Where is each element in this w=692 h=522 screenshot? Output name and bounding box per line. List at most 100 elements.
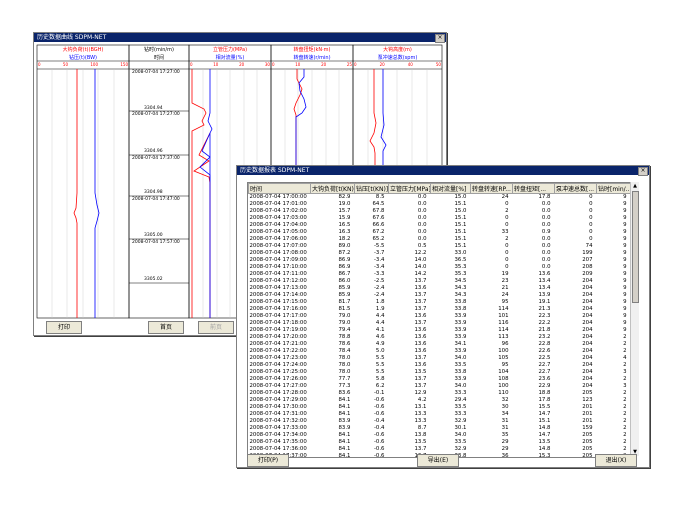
tick-label: 0 (190, 62, 193, 67)
table-row[interactable]: 2008-07-04 17:15:00 81.7 1.8 13.7 33.8 95 19.1… (249, 299, 631, 306)
table-cell: 205 (582, 432, 593, 438)
table-row[interactable]: 2008-07-04 17:17:00 79.0 4.4 13.6 33.9 101 22.… (249, 313, 631, 320)
table-row[interactable]: 2008-07-04 17:04:00 16.5 66.6 0.0 15.1 0 0.0 0 9 (249, 222, 631, 229)
table-row[interactable]: 2008-07-04 17:26:00 77.7 5.8 13.7 33.9 108 23.… (249, 376, 631, 383)
column-header[interactable]: 时间 (248, 183, 311, 194)
table-cell: 83.9 (338, 425, 351, 431)
column-header[interactable]: 转盘扭矩[... (512, 183, 555, 194)
table-cell: -0.6 (373, 404, 385, 410)
table-cell: 9 (623, 257, 627, 263)
table-row[interactable]: 2008-07-04 17:23:00 78.0 5.5 13.7 34.0 105 22.… (249, 355, 631, 362)
column-header[interactable]: 大钩负荷[t(KN)] (310, 183, 355, 194)
table-cell: 100 (498, 348, 509, 354)
table-row[interactable]: 2008-07-04 17:28:00 83.6 -0.1 12.9 33.3 110 18… (249, 390, 631, 397)
table-row[interactable]: 2008-07-04 17:20:00 78.8 4.6 13.6 33.9 113 23.… (249, 334, 631, 341)
table-cell: 35.3 (454, 264, 467, 270)
table-row[interactable]: 2008-07-04 17:22:00 78.4 5.0 13.6 33.9 100 22.… (249, 348, 631, 355)
table-row[interactable]: 2008-07-04 17:36:00 84.1 -0.6 13.7 32.9 29 14.… (249, 446, 631, 453)
table-cell: 81.7 (338, 299, 351, 305)
table-row[interactable]: 2008-07-04 17:08:00 87.2 -3.7 12.2 33.0 0 0.0 1… (249, 250, 631, 257)
table-row[interactable]: 2008-07-04 17:03:00 15.9 67.6 0.0 15.1 0 0.0 0 9 (249, 215, 631, 222)
table-row[interactable]: 2008-07-04 17:19:00 79.4 4.1 13.6 33.9 114 21.… (249, 327, 631, 334)
table-cell: 0.0 (541, 201, 551, 207)
table-row[interactable]: 2008-07-04 17:33:00 83.9 -0.4 8.7 30.1 31 14.8… (249, 425, 631, 432)
table-print-button[interactable]: 打印(P) (247, 454, 289, 467)
table-row[interactable]: 2008-07-04 17:11:00 86.7 -3.3 14.2 35.3 19 13.… (249, 271, 631, 278)
table-cell: 204 (582, 383, 593, 389)
report-table-container[interactable]: 时间 大钩负荷[t(KN)] 钻压[t(KN)] 立管压力[MPa] 相对流量[%] 转盘… (247, 182, 631, 458)
table-row[interactable]: 2008-07-04 17:29:00 84.1 -0.6 4.2 29.4 32 17.8… (249, 397, 631, 404)
table-exit-button[interactable]: 退出(X) (595, 454, 637, 467)
table-row[interactable]: 2008-07-04 17:00:00 82.9 8.5 0.0 15.0 24 17.8 0… (249, 194, 631, 202)
table-cell: 0.0 (541, 243, 551, 249)
table-row[interactable]: 2008-07-04 17:10:00 86.9 -3.4 14.0 35.3 0 0.0 2… (249, 264, 631, 271)
table-cell: 207 (582, 257, 593, 263)
table-row[interactable]: 2008-07-04 17:05:00 16.3 67.2 0.0 15.1 33 0.9 0… (249, 229, 631, 236)
prev-page-button[interactable]: 前页 (198, 321, 234, 334)
table-cell: 34.0 (454, 355, 467, 361)
first-page-button[interactable]: 首页 (148, 321, 184, 334)
table-cell: 23 (501, 278, 509, 284)
table-row[interactable]: 2008-07-04 17:34:00 84.1 -0.6 13.8 34.0 35 14.… (249, 432, 631, 439)
table-cell: 2008-07-04 17:15:00 (249, 299, 307, 305)
table-row[interactable]: 2008-07-04 17:32:00 83.9 -0.4 13.3 32.9 31 15.… (249, 418, 631, 425)
table-cell: 9 (623, 215, 627, 221)
column-header[interactable]: 钻时[min/... (596, 183, 630, 194)
table-row[interactable]: 2008-07-04 17:21:00 78.6 4.9 13.6 34.1 96 22.8… (249, 341, 631, 348)
table-cell: 86.7 (338, 271, 351, 277)
table-cell: 13.6 (414, 327, 427, 333)
table-cell: 9 (623, 320, 627, 326)
table-cell: -3.4 (373, 264, 385, 270)
table-cell: 78.0 (338, 362, 351, 368)
table-row[interactable]: 2008-07-04 17:06:00 18.2 65.2 0.0 15.1 2 0.0 0 9 (249, 236, 631, 243)
table-row[interactable]: 2008-07-04 17:27:00 77.3 6.2 13.7 34.0 100 22.… (249, 383, 631, 390)
table-cell: 34.3 (454, 292, 467, 298)
table-row[interactable]: 2008-07-04 17:02:00 15.7 67.8 0.0 15.0 2 0.0 0 9 (249, 208, 631, 215)
table-cell: 33.5 (454, 439, 467, 445)
print-button[interactable]: 打印 (46, 321, 82, 334)
table-cell: 2 (623, 418, 627, 424)
table-cell: -0.6 (373, 397, 385, 403)
table-cell: 14.0 (414, 257, 427, 263)
table-cell: 65.2 (372, 236, 385, 242)
table-row[interactable]: 2008-07-04 17:13:00 85.9 -2.4 13.6 34.3 21 13.… (249, 285, 631, 292)
table-cell: 2008-07-04 17:24:00 (249, 362, 307, 368)
table-cell: 34.3 (454, 285, 467, 291)
table-row[interactable]: 2008-07-04 17:12:00 86.0 -2.5 13.7 34.5 23 13.… (249, 278, 631, 285)
table-cell: 9 (623, 229, 627, 235)
table-row[interactable]: 2008-07-04 17:07:00 89.0 -5.5 0.5 15.1 0 0.0 74… (249, 243, 631, 250)
column-header[interactable]: 钻压[t(KN)] (354, 183, 389, 194)
column-header[interactable]: 立管压力[MPa] (388, 183, 431, 194)
table-export-button[interactable]: 导出(E) (417, 454, 459, 467)
table-row[interactable]: 2008-07-04 17:25:00 78.0 5.5 13.5 33.8 104 22.… (249, 369, 631, 376)
table-row[interactable]: 2008-07-04 17:01:00 19.0 64.5 0.0 15.1 0 0.0 0 9 (249, 201, 631, 208)
table-cell: 2008-07-04 17:20:00 (249, 334, 307, 340)
report-window: 历史数据报表 SDPM-NET × 时间 大钩负荷[t(KN)] 钻压[t(KN)]… (236, 165, 650, 468)
table-cell: 208 (582, 264, 593, 270)
scroll-up-icon[interactable]: ▲ (631, 182, 639, 190)
scroll-thumb[interactable] (632, 191, 639, 303)
table-cell: 2008-07-04 17:23:00 (249, 355, 307, 361)
table-cell: 35 (501, 432, 509, 438)
table-cell: -2.5 (373, 278, 385, 284)
table-row[interactable]: 2008-07-04 17:09:00 86.9 -3.4 14.0 36.5 0 0.0 2… (249, 257, 631, 264)
table-cell: 13.8 (414, 432, 427, 438)
track-5-ticks: 0 20 40 50 (354, 62, 441, 67)
table-cell: 67.2 (372, 229, 385, 235)
table-row[interactable]: 2008-07-04 17:24:00 78.0 5.5 13.6 33.5 95 22.7… (249, 362, 631, 369)
table-row[interactable]: 2008-07-04 17:35:00 84.1 -0.6 13.5 33.5 29 13.… (249, 439, 631, 446)
close-icon[interactable]: × (638, 167, 648, 176)
table-cell: 33.9 (454, 334, 467, 340)
vertical-scrollbar[interactable]: ▲ ▼ (630, 182, 639, 456)
table-cell: 5.5 (375, 362, 385, 368)
column-header[interactable]: 转盘转速[RP... (470, 183, 513, 194)
column-header[interactable]: 泵冲速总数[... (554, 183, 597, 194)
table-row[interactable]: 2008-07-04 17:31:00 84.1 -0.6 13.3 33.3 34 14.… (249, 411, 631, 418)
table-row[interactable]: 2008-07-04 17:30:00 84.1 -0.6 13.1 33.5 30 15.… (249, 404, 631, 411)
column-header[interactable]: 相对流量[%] (430, 183, 471, 194)
table-row[interactable]: 2008-07-04 17:14:00 85.9 -2.4 13.7 34.3 24 13.… (249, 292, 631, 299)
table-row[interactable]: 2008-07-04 17:16:00 81.5 1.9 13.7 33.8 114 21.… (249, 306, 631, 313)
table-row[interactable]: 2008-07-04 17:18:00 79.0 4.4 13.7 33.9 116 22.… (249, 320, 631, 327)
table-cell: 0.0 (541, 215, 551, 221)
table-cell: 3 (623, 369, 627, 375)
